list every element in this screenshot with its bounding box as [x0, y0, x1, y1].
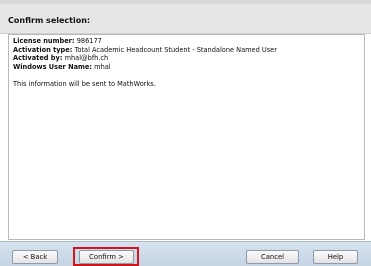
confirmation-content: License number: 986177 Activation type: …	[13, 37, 277, 89]
back-button[interactable]: < Back	[12, 250, 58, 264]
activation-line: Activation type: Total Academic Headcoun…	[13, 46, 277, 55]
button-bar: < Back Confirm > Cancel Help	[0, 241, 371, 266]
windows-user-value: mhal	[94, 62, 111, 71]
windows-user-label: Windows User Name:	[13, 62, 93, 71]
help-button[interactable]: Help	[313, 250, 358, 264]
confirmation-panel: License number: 986177 Activation type: …	[8, 34, 365, 240]
dialog-header: Confirm selection:	[0, 4, 371, 34]
windows-user-line: Windows User Name: mhal	[13, 63, 277, 72]
activated-by-value: mhal@bfh.ch	[64, 54, 109, 63]
license-label: License number:	[13, 37, 75, 45]
info-message: This information will be sent to MathWor…	[13, 79, 156, 88]
header-title: Confirm selection:	[8, 16, 91, 25]
activated-by-label: Activated by:	[13, 54, 63, 63]
confirm-highlight-box	[73, 247, 139, 266]
activation-label: Activation type:	[13, 45, 73, 54]
license-line: License number: 986177	[13, 37, 277, 46]
activation-value: Total Academic Headcount Student - Stand…	[74, 45, 277, 54]
license-value: 986177	[76, 37, 102, 45]
activated-by-line: Activated by: mhal@bfh.ch	[13, 54, 277, 63]
cancel-button[interactable]: Cancel	[246, 250, 299, 264]
